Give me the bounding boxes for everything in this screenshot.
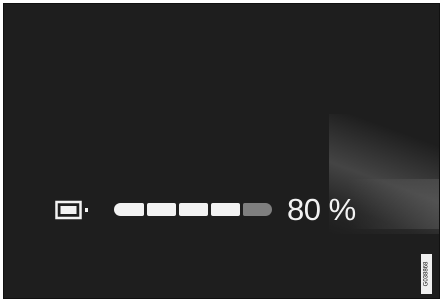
battery-level-bar: [114, 203, 272, 216]
battery-segment-empty: [243, 203, 272, 216]
battery-icon: [55, 200, 88, 219]
battery-percent-label: 80 %: [287, 192, 356, 227]
battery-segment-filled: [147, 203, 176, 216]
figure-code-text: G038868: [423, 261, 430, 287]
battery-segment-filled: [211, 203, 240, 216]
glare-reflection-lower: [349, 179, 439, 229]
battery-status: 80 %: [55, 194, 356, 225]
battery-segment-filled: [114, 203, 144, 216]
figure-code-label: G038868: [421, 254, 432, 294]
battery-segment-filled: [179, 203, 208, 216]
display-screen: 80 % G038868: [3, 3, 440, 299]
